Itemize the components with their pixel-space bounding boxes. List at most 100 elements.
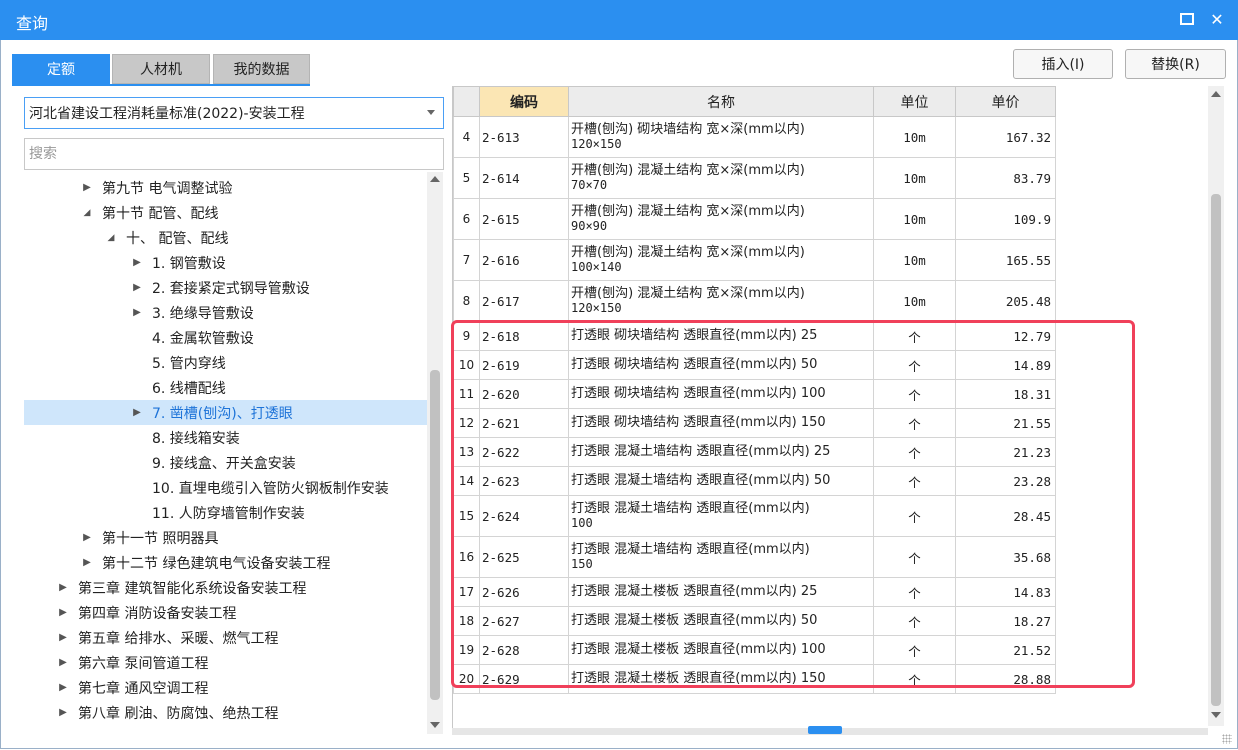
cell-price: 21.55 bbox=[955, 408, 1056, 438]
collapsed-triangle-icon[interactable]: ▶ bbox=[80, 532, 94, 543]
cell-price: 14.83 bbox=[955, 577, 1056, 607]
chapter-tree: ▶ 第九节 电气调整试验 ◢ 第十节 配管、配线 ◢ 十、 配管、配线 ▶ 1. 钢管敷设 ▶ 2… bbox=[24, 175, 427, 735]
tree-item[interactable]: ▶5. 管内穿线 bbox=[24, 350, 427, 375]
collapse-panel-handle[interactable] bbox=[808, 726, 842, 734]
table-row[interactable]: 17 2-626 打透眼 混凝土楼板 透眼直径(mm以内) 25 个 14.83 bbox=[453, 577, 1056, 607]
tree-item[interactable]: ▶9. 接线盒、开关盒安装 bbox=[24, 450, 427, 475]
search-input[interactable] bbox=[24, 138, 444, 170]
table-row[interactable]: 5 2-614 开槽(刨沟) 混凝土结构 宽×深(mm以内) 70×70 10m 83.7… bbox=[453, 157, 1056, 199]
collapsed-triangle-icon[interactable]: ▶ bbox=[56, 607, 70, 618]
collapsed-triangle-icon[interactable]: ▶ bbox=[56, 707, 70, 718]
tab-quota[interactable]: 定额 bbox=[12, 54, 110, 84]
scroll-down-icon[interactable] bbox=[1211, 712, 1221, 718]
tree-item[interactable]: ◢ 第十节 配管、配线 bbox=[24, 200, 427, 225]
tree-item[interactable]: ▶ 1. 钢管敷设 bbox=[24, 250, 427, 275]
cell-code: 2-616 bbox=[479, 239, 569, 281]
cell-name: 打透眼 砌块墙结构 透眼直径(mm以内) 50 bbox=[568, 350, 874, 380]
collapsed-triangle-icon[interactable]: ▶ bbox=[130, 257, 144, 268]
cell-unit: 个 bbox=[873, 466, 956, 496]
tree-item[interactable]: ▶ 2. 套接紧定式钢导管敷设 bbox=[24, 275, 427, 300]
tree-item[interactable]: ▶ 第四章 消防设备安装工程 bbox=[24, 600, 427, 625]
cell-price: 14.89 bbox=[955, 350, 1056, 380]
tree-item[interactable]: ▶ 第九节 电气调整试验 bbox=[24, 175, 427, 200]
table-row[interactable]: 4 2-613 开槽(刨沟) 砌块墙结构 宽×深(mm以内) 120×150 10m 16… bbox=[453, 116, 1056, 158]
cell-name: 打透眼 砌块墙结构 透眼直径(mm以内) 25 bbox=[568, 321, 874, 351]
tab-underline bbox=[12, 84, 310, 86]
collapsed-triangle-icon[interactable]: ▶ bbox=[130, 307, 144, 318]
cell-name: 开槽(刨沟) 混凝土结构 宽×深(mm以内) 70×70 bbox=[568, 157, 874, 199]
tree-item[interactable]: ▶6. 线槽配线 bbox=[24, 375, 427, 400]
cell-unit: 10m bbox=[873, 239, 956, 281]
tree-item[interactable]: ▶10. 直埋电缆引入管防火钢板制作安装 bbox=[24, 475, 427, 500]
tree-item[interactable]: ▶ 7. 凿槽(刨沟)、打透眼 bbox=[24, 400, 427, 425]
cell-unit: 个 bbox=[873, 321, 956, 351]
scroll-down-icon[interactable] bbox=[430, 722, 440, 728]
collapsed-triangle-icon[interactable]: ▶ bbox=[56, 632, 70, 643]
expanded-triangle-icon[interactable]: ◢ bbox=[80, 208, 94, 218]
tree-item[interactable]: ▶ 第三章 建筑智能化系统设备安装工程 bbox=[24, 575, 427, 600]
replace-button[interactable]: 替换(R) bbox=[1125, 49, 1226, 79]
grid-scrollbar[interactable] bbox=[1208, 86, 1224, 726]
tab-my-data[interactable]: 我的数据 bbox=[213, 54, 310, 84]
tree-item-label: 6. 线槽配线 bbox=[152, 380, 226, 397]
collapsed-triangle-icon[interactable]: ▶ bbox=[56, 657, 70, 668]
insert-button[interactable]: 插入(I) bbox=[1013, 49, 1113, 79]
resize-grip-icon[interactable] bbox=[1222, 734, 1232, 744]
tree-item[interactable]: ▶ 第十一节 照明器具 bbox=[24, 525, 427, 550]
cell-name: 打透眼 混凝土楼板 透眼直径(mm以内) 50 bbox=[568, 606, 874, 636]
collapsed-triangle-icon[interactable]: ▶ bbox=[80, 182, 94, 193]
tree-item[interactable]: ◢ 十、 配管、配线 bbox=[24, 225, 427, 250]
scroll-up-icon[interactable] bbox=[1211, 91, 1221, 97]
tree-item[interactable]: ▶8. 接线箱安装 bbox=[24, 425, 427, 450]
collapsed-triangle-icon[interactable]: ▶ bbox=[130, 282, 144, 293]
table-row[interactable]: 14 2-623 打透眼 混凝土墙结构 透眼直径(mm以内) 50 个 23.28 bbox=[453, 466, 1056, 496]
header-name[interactable]: 名称 bbox=[568, 86, 874, 117]
table-row[interactable]: 12 2-621 打透眼 砌块墙结构 透眼直径(mm以内) 150 个 21.55 bbox=[453, 408, 1056, 438]
cell-name: 打透眼 混凝土墙结构 透眼直径(mm以内) 100 bbox=[568, 495, 874, 537]
cell-code: 2-623 bbox=[479, 466, 569, 496]
cell-price: 205.48 bbox=[955, 280, 1056, 322]
header-unit[interactable]: 单位 bbox=[873, 86, 956, 117]
tree-item-label: 第四章 消防设备安装工程 bbox=[78, 605, 237, 622]
cell-name: 打透眼 砌块墙结构 透眼直径(mm以内) 150 bbox=[568, 408, 874, 438]
tree-item[interactable]: ▶4. 金属软管敷设 bbox=[24, 325, 427, 350]
table-row[interactable]: 10 2-619 打透眼 砌块墙结构 透眼直径(mm以内) 50 个 14.89 bbox=[453, 350, 1056, 380]
tree-item[interactable]: ▶11. 人防穿墙管制作安装 bbox=[24, 500, 427, 525]
table-row[interactable]: 7 2-616 开槽(刨沟) 混凝土结构 宽×深(mm以内) 100×140 10m 16… bbox=[453, 239, 1056, 281]
table-row[interactable]: 15 2-624 打透眼 混凝土墙结构 透眼直径(mm以内) 100 个 28.45 bbox=[453, 495, 1056, 537]
cell-name: 打透眼 混凝土楼板 透眼直径(mm以内) 100 bbox=[568, 635, 874, 665]
tree-item[interactable]: ▶ 3. 绝缘导管敷设 bbox=[24, 300, 427, 325]
tree-item[interactable]: ▶ 第十二节 绿色建筑电气设备安装工程 bbox=[24, 550, 427, 575]
table-row[interactable]: 18 2-627 打透眼 混凝土楼板 透眼直径(mm以内) 50 个 18.27 bbox=[453, 606, 1056, 636]
grid-scroll-thumb[interactable] bbox=[1211, 194, 1221, 706]
table-row[interactable]: 20 2-629 打透眼 混凝土楼板 透眼直径(mm以内) 150 个 28.88 bbox=[453, 664, 1056, 694]
library-select[interactable]: 河北省建设工程消耗量标准(2022)-安装工程 bbox=[24, 97, 444, 129]
row-index: 12 bbox=[453, 408, 480, 438]
table-row[interactable]: 11 2-620 打透眼 砌块墙结构 透眼直径(mm以内) 100 个 18.31 bbox=[453, 379, 1056, 409]
tree-item[interactable]: ▶ 第五章 给排水、采暖、燃气工程 bbox=[24, 625, 427, 650]
tree-item-label: 8. 接线箱安装 bbox=[152, 430, 240, 447]
tree-scrollbar[interactable] bbox=[427, 172, 443, 734]
expanded-triangle-icon[interactable]: ◢ bbox=[104, 233, 118, 243]
collapsed-triangle-icon[interactable]: ▶ bbox=[130, 407, 144, 418]
collapsed-triangle-icon[interactable]: ▶ bbox=[56, 682, 70, 693]
tree-item[interactable]: ▶ 第七章 通风空调工程 bbox=[24, 675, 427, 700]
cell-price: 21.52 bbox=[955, 635, 1056, 665]
collapsed-triangle-icon[interactable]: ▶ bbox=[56, 582, 70, 593]
table-row[interactable]: 16 2-625 打透眼 混凝土墙结构 透眼直径(mm以内) 150 个 35.68 bbox=[453, 536, 1056, 578]
tree-item[interactable]: ▶ 第六章 泵间管道工程 bbox=[24, 650, 427, 675]
table-row[interactable]: 8 2-617 开槽(刨沟) 混凝土结构 宽×深(mm以内) 120×150 10m 20… bbox=[453, 280, 1056, 322]
close-icon[interactable]: ✕ bbox=[1206, 8, 1228, 30]
header-code[interactable]: 编码 bbox=[479, 86, 569, 117]
table-row[interactable]: 13 2-622 打透眼 混凝土墙结构 透眼直径(mm以内) 25 个 21.23 bbox=[453, 437, 1056, 467]
tab-labor-material-machine[interactable]: 人材机 bbox=[112, 54, 210, 84]
table-row[interactable]: 9 2-618 打透眼 砌块墙结构 透眼直径(mm以内) 25 个 12.79 bbox=[453, 321, 1056, 351]
tree-scroll-thumb[interactable] bbox=[430, 370, 440, 700]
header-price[interactable]: 单价 bbox=[955, 86, 1056, 117]
collapsed-triangle-icon[interactable]: ▶ bbox=[80, 557, 94, 568]
scroll-up-icon[interactable] bbox=[430, 176, 440, 182]
table-row[interactable]: 6 2-615 开槽(刨沟) 混凝土结构 宽×深(mm以内) 90×90 10m 109.… bbox=[453, 198, 1056, 240]
tree-item[interactable]: ▶ 第八章 刷油、防腐蚀、绝热工程 bbox=[24, 700, 427, 725]
restore-icon[interactable] bbox=[1176, 8, 1198, 30]
table-row[interactable]: 19 2-628 打透眼 混凝土楼板 透眼直径(mm以内) 100 个 21.52 bbox=[453, 635, 1056, 665]
